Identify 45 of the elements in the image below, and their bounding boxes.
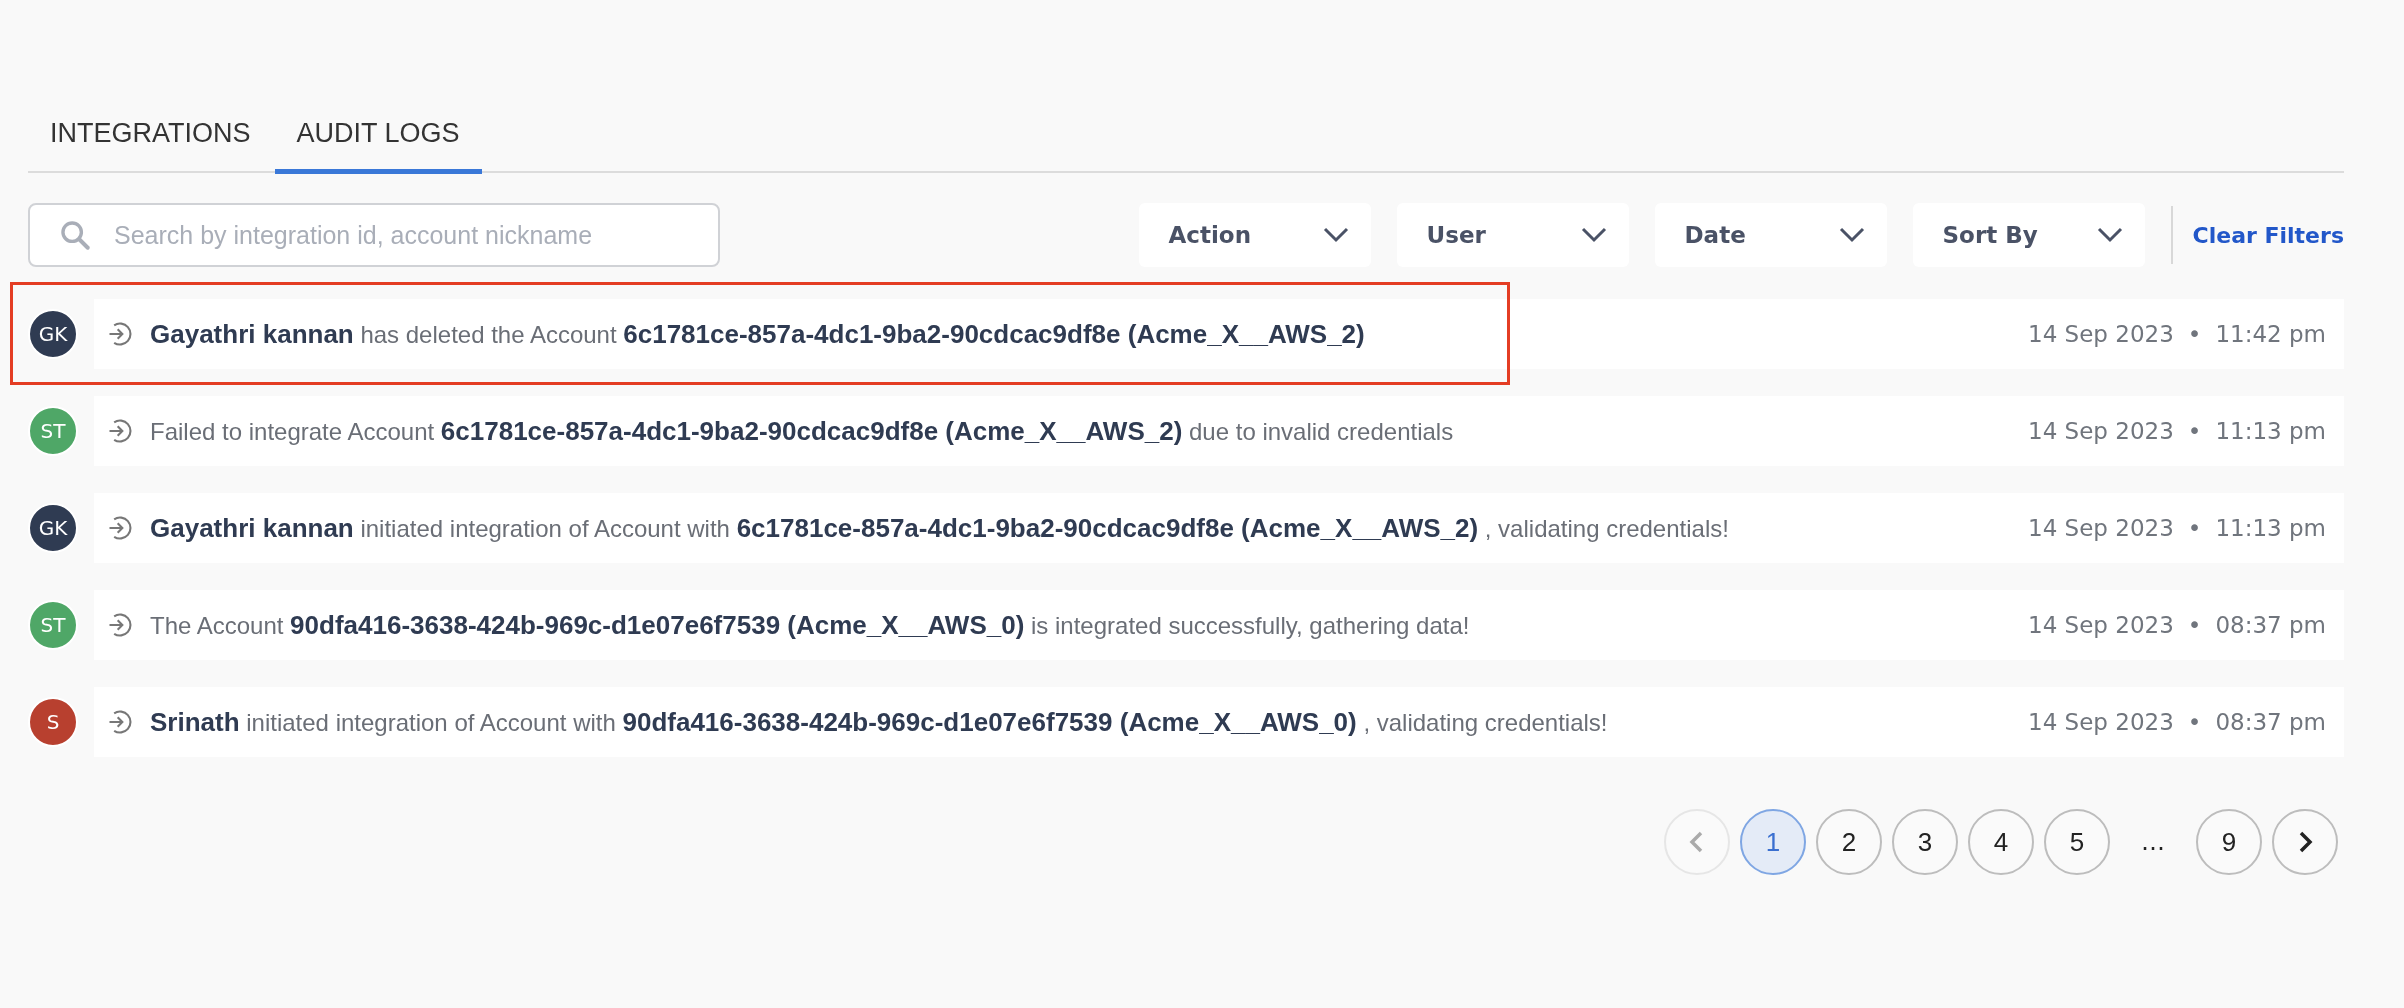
page-button[interactable]: 5 [2044, 809, 2110, 875]
filter-dropdown[interactable]: User [1396, 203, 1629, 267]
separator-dot: • [2187, 418, 2202, 444]
separator-dot: • [2187, 321, 2202, 347]
log-message: The Account 90dfa416-3638-424b-969c-d1e07e6f7539 (Acme_X__AWS_0) is integrated successfully, gathering data! [150, 609, 1471, 641]
chevron-down-icon [1838, 227, 1865, 243]
user-avatar: S [28, 697, 78, 747]
log-message: Srinath initiated integration of Account with 90dfa416-3638-424b-969c-d1e07e6f7539 (Acme_X__AWS_0) , validating credentials! [150, 706, 1609, 738]
log-date: 14 Sep 2023 [2028, 321, 2174, 347]
chevron-down-icon [1580, 227, 1607, 243]
log-message: Failed to integrate Account 6c1781ce-857a-4dc1-9ba2-90cdcac9df8e (Acme_X__AWS_2) due to invalid credentials [150, 415, 1455, 447]
separator-dot: • [2187, 612, 2202, 638]
log-time: 11:42 pm [2215, 321, 2326, 347]
chevron-down-icon [2096, 227, 2123, 243]
page-button[interactable]: 1 [1740, 809, 1806, 875]
user-avatar: GK [28, 309, 78, 359]
log-date: 14 Sep 2023 [2028, 612, 2174, 638]
log-time: 08:37 pm [2215, 709, 2326, 735]
page-button[interactable]: 4 [1968, 809, 2034, 875]
tab[interactable]: AUDIT LOGS [274, 118, 482, 174]
filter-dropdown[interactable]: Action [1138, 203, 1371, 267]
search-icon [58, 218, 92, 252]
search-field[interactable]: Search by integration id, account nickname [28, 203, 720, 267]
log-message: Gayathri kannan initiated integration of Account with 6c1781ce-857a-4dc1-9ba2-90cdcac9df8e (Acme_X__AWS_2) , validating credentials! [150, 512, 1730, 544]
log-time: 11:13 pm [2215, 515, 2326, 541]
log-time: 08:37 pm [2215, 612, 2326, 638]
page-button[interactable]: 3 [1892, 809, 1958, 875]
user-avatar: ST [28, 406, 78, 456]
log-date: 14 Sep 2023 [2028, 418, 2174, 444]
log-date: 14 Sep 2023 [2028, 515, 2174, 541]
separator-dot: • [2187, 515, 2202, 541]
separator-dot: • [2187, 709, 2202, 735]
clear-filters-link[interactable]: Clear Filters [2192, 222, 2344, 248]
chevron-down-icon [1322, 227, 1349, 243]
pagination-ellipsis: … [2140, 828, 2166, 856]
tab[interactable]: INTEGRATIONS [50, 118, 273, 174]
user-avatar: GK [28, 503, 78, 553]
filter-dropdown[interactable]: Date [1654, 203, 1887, 267]
log-message: Gayathri kannan has deleted the Account 6c1781ce-857a-4dc1-9ba2-90cdcac9df8e (Acme_X__AWS_2) [150, 318, 1366, 350]
user-avatar: ST [28, 600, 78, 650]
log-time: 11:13 pm [2215, 418, 2326, 444]
page-button[interactable]: 9 [2196, 809, 2262, 875]
page-button[interactable]: 2 [1816, 809, 1882, 875]
log-date: 14 Sep 2023 [2028, 709, 2174, 735]
filter-dropdown[interactable]: Sort By [1912, 203, 2145, 267]
